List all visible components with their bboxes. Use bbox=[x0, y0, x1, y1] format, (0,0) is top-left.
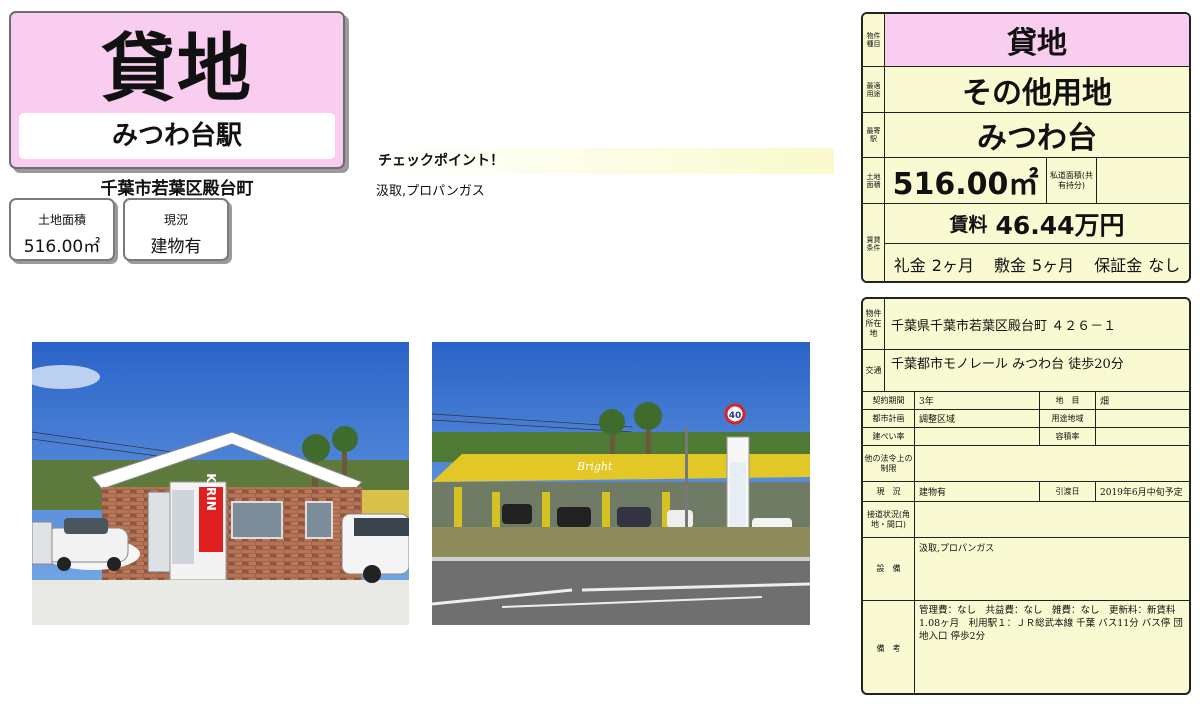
spec-row-area: 土地面積 516.00㎡ 私道面積(共有持分) bbox=[863, 158, 1189, 204]
spec-land-area-value: 516.00㎡ bbox=[885, 158, 1047, 203]
guarantee-label: 保証金 bbox=[1094, 255, 1143, 275]
best-use-label: 最適用途 bbox=[863, 67, 885, 112]
rent-label: 賃料 bbox=[949, 214, 988, 236]
checkpoint-heading: チェックポイント！ bbox=[372, 148, 834, 174]
speed-limit-sign: 40 bbox=[729, 411, 742, 421]
nearest-station-value: みつわ台 bbox=[977, 121, 1097, 156]
transport-label: 交通 bbox=[863, 350, 885, 391]
land-category-label: 地 目 bbox=[1040, 392, 1096, 409]
property-title-card: 貸地 みつわ台駅 bbox=[9, 11, 345, 169]
guarantee-value: なし bbox=[1148, 255, 1181, 275]
contract-period-value: 3年 bbox=[915, 392, 1040, 409]
address-summary: 千葉市若葉区殿台町 bbox=[100, 179, 254, 199]
private-road-area-label: 私道面積(共有持分) bbox=[1047, 158, 1097, 203]
checkpoint-text: 汲取,プロパンガス bbox=[376, 184, 485, 199]
land-area-value: 516.00㎡ bbox=[23, 237, 101, 257]
notes-label: 備 考 bbox=[863, 601, 915, 693]
floor-area-ratio-value bbox=[1096, 428, 1189, 445]
contract-period-label: 契約期間 bbox=[863, 392, 915, 409]
property-type-value: 貸地 bbox=[885, 14, 1189, 66]
spec-panel-summary: 物件種目 貸地 最適用途 その他用地 最寄駅 みつわ台 土地面積 516.00㎡… bbox=[861, 12, 1191, 283]
land-area-label: 土地面積 bbox=[37, 213, 86, 227]
nearest-station-label: 最寄駅 bbox=[863, 113, 885, 157]
spec-row-location: 物件所在地 千葉県千葉市若葉区殿台町 ４２６－１ bbox=[863, 299, 1189, 350]
site-photo: Bright 40 bbox=[432, 342, 810, 625]
notes-value: 管理費：なし 共益費：なし 雑費：なし 更新料：新賃料 1.08ヶ月 利用駅１：… bbox=[919, 605, 1183, 642]
city-plan-value: 調整区域 bbox=[915, 410, 1040, 427]
spec-row-other-law: 他の法令上の制限 bbox=[863, 446, 1189, 482]
spec-row-current: 現 況 建物有 引渡日 2019年6月中旬予定 bbox=[863, 482, 1189, 502]
building-photo: KIRIN bbox=[32, 342, 409, 625]
land-category-value: 畑 bbox=[1100, 397, 1110, 407]
spec-panel-details: 物件所在地 千葉県千葉市若葉区殿台町 ４２６－１ 交通 千葉都市モノレール みつ… bbox=[861, 297, 1191, 695]
private-road-area-value bbox=[1097, 158, 1189, 203]
building-coverage-value bbox=[915, 428, 1040, 445]
handover-date-value: 2019年6月中旬予定 bbox=[1100, 488, 1183, 498]
spec-row-road: 接道状況(角地・間口) bbox=[863, 502, 1189, 538]
spec-land-area-label: 土地面積 bbox=[863, 158, 885, 203]
building-coverage-label: 建ぺい率 bbox=[863, 428, 915, 445]
key-money-label: 礼金 bbox=[893, 255, 926, 275]
facilities-label: 設 備 bbox=[863, 538, 915, 600]
road-access-value bbox=[915, 502, 1189, 537]
other-law-value bbox=[915, 446, 1189, 481]
vending-sign: KIRIN bbox=[204, 473, 218, 511]
city-plan-label: 都市計画 bbox=[863, 410, 915, 427]
current-condition-value: 建物有 bbox=[915, 482, 1040, 501]
current-status-label: 現況 bbox=[163, 213, 188, 227]
zoning-label: 用途地域 bbox=[1040, 410, 1096, 427]
spec-row-notes: 備 考 管理費：なし 共益費：なし 雑費：なし 更新料：新賃料 1.08ヶ月 利… bbox=[863, 601, 1189, 693]
key-money-value: 2ヶ月 bbox=[931, 255, 974, 275]
current-status-value: 建物有 bbox=[150, 237, 202, 257]
transport-value: 千葉都市モノレール みつわ台 徒歩20分 bbox=[891, 357, 1124, 372]
current-condition-label: 現 況 bbox=[863, 482, 915, 501]
rent-line: 賃料 46.44万円 bbox=[885, 204, 1189, 244]
rent-conditions-label: 賃貸条件 bbox=[863, 204, 885, 281]
spec-row-station: 最寄駅 みつわ台 bbox=[863, 113, 1189, 158]
deposit-label: 敷金 bbox=[993, 255, 1026, 275]
handover-date-label: 引渡日 bbox=[1040, 482, 1096, 501]
station-name: みつわ台駅 bbox=[19, 113, 335, 159]
spec-row-use: 最適用途 その他用地 bbox=[863, 67, 1189, 113]
spec-row-rent: 賃貸条件 賃料 46.44万円 礼金 2ヶ月 敷金 5ヶ月 保証金 なし bbox=[863, 204, 1189, 281]
location-label: 物件所在地 bbox=[863, 299, 885, 349]
spec-row-transport: 交通 千葉都市モノレール みつわ台 徒歩20分 bbox=[863, 350, 1189, 392]
facilities-value: 汲取,プロパンガス bbox=[919, 544, 995, 554]
road-access-label: 接道状況(角地・間口) bbox=[863, 502, 915, 537]
best-use-value: その他用地 bbox=[962, 75, 1112, 111]
dealer-sign: Bright bbox=[576, 460, 613, 473]
rent-value: 46.44万円 bbox=[995, 210, 1125, 240]
spec-row-contract: 契約期間 3年 地 目 畑 bbox=[863, 392, 1189, 410]
zoning-value bbox=[1096, 410, 1189, 427]
spec-row-facilities: 設 備 汲取,プロパンガス bbox=[863, 538, 1189, 601]
other-law-label: 他の法令上の制限 bbox=[863, 446, 915, 481]
spec-row-city-plan: 都市計画 調整区域 用途地域 bbox=[863, 410, 1189, 428]
fee-line: 礼金 2ヶ月 敷金 5ヶ月 保証金 なし bbox=[885, 244, 1189, 281]
property-type-label: 物件種目 bbox=[863, 14, 885, 66]
spec-row-type: 物件種目 貸地 bbox=[863, 14, 1189, 67]
floor-area-ratio-label: 容積率 bbox=[1040, 428, 1096, 445]
land-area-box: 土地面積 516.00㎡ bbox=[9, 198, 115, 261]
location-value: 千葉県千葉市若葉区殿台町 ４２６－１ bbox=[891, 318, 1117, 334]
spec-row-ratios: 建ぺい率 容積率 bbox=[863, 428, 1189, 446]
current-status-box: 現況 建物有 bbox=[123, 198, 229, 261]
property-type-title: 貸地 bbox=[101, 26, 253, 112]
deposit-value: 5ヶ月 bbox=[1032, 255, 1075, 275]
